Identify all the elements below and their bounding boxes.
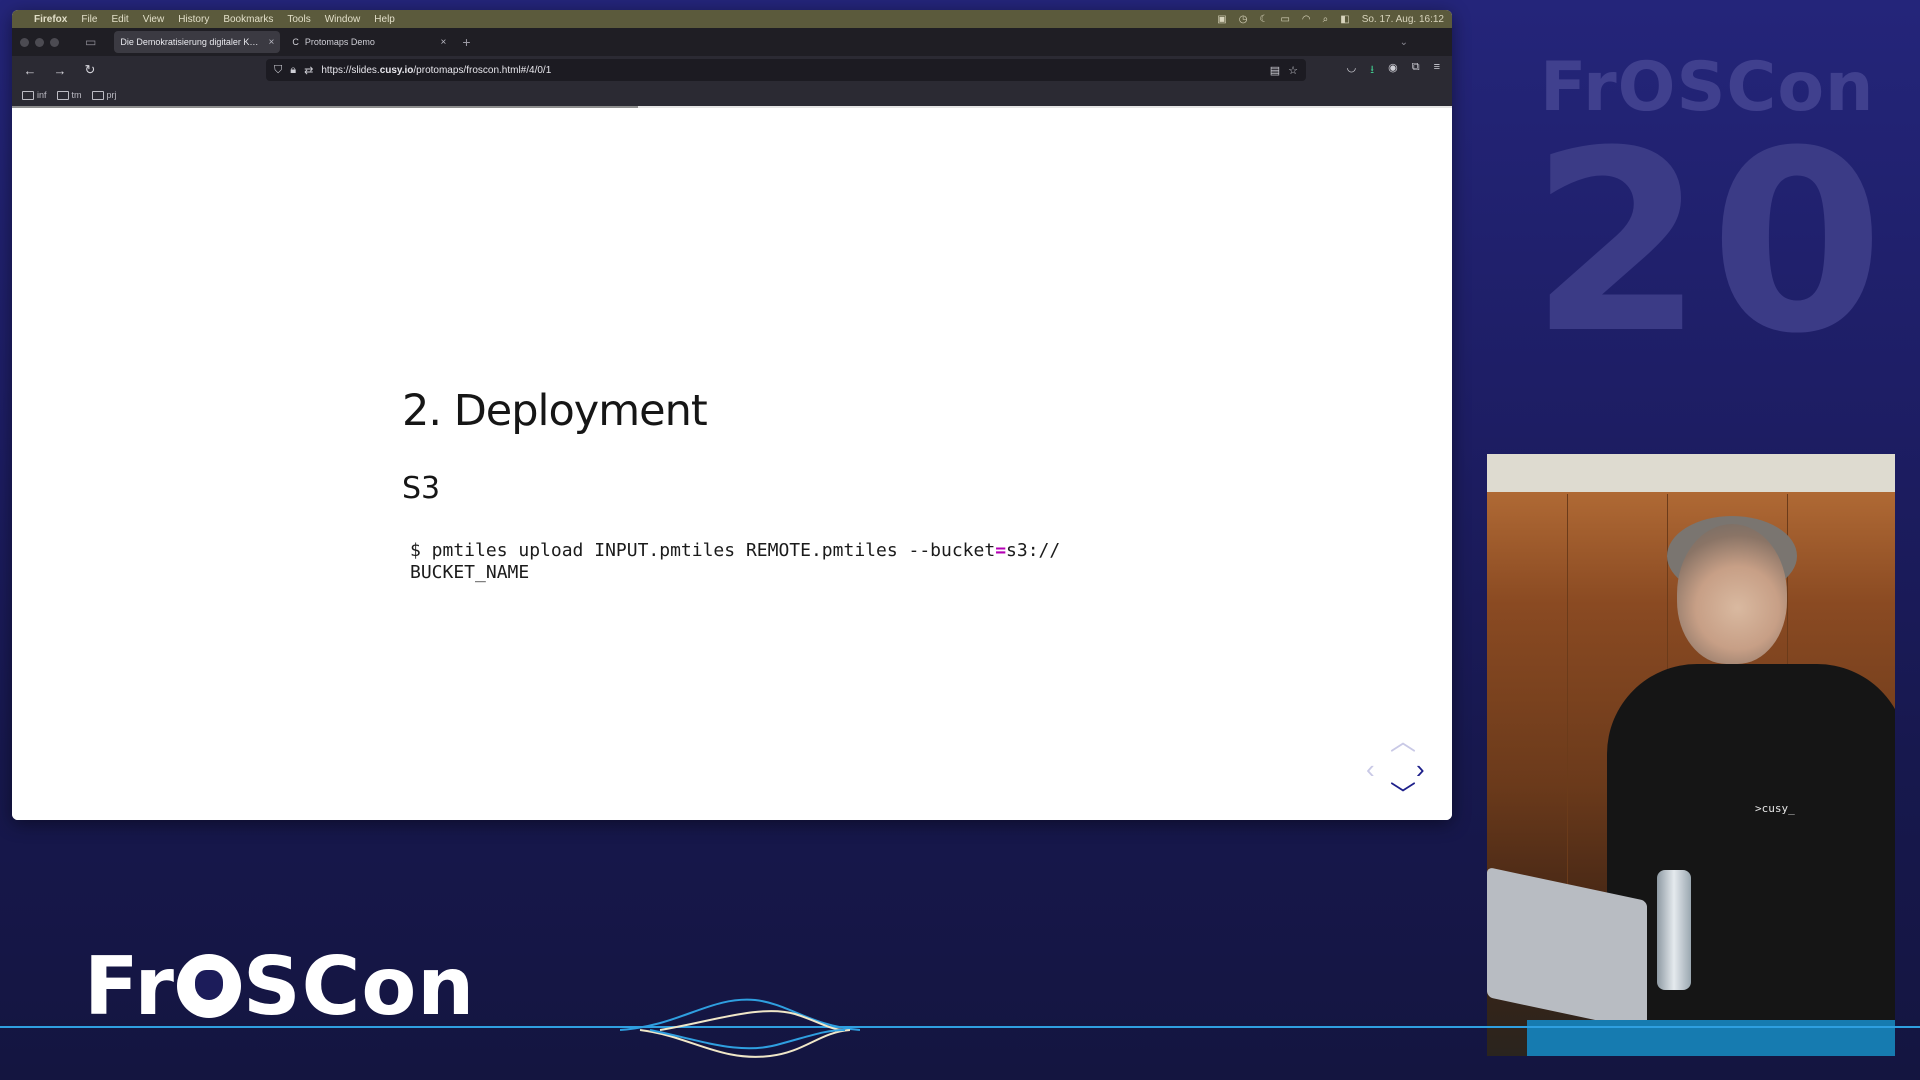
tab-overview-icon[interactable]: ▭ [85,35,96,49]
menu-history[interactable]: History [178,14,209,25]
bookmark-folder-inf[interactable]: inf [22,90,47,100]
moon-icon[interactable]: ☾ [1259,14,1268,25]
permissions-icon[interactable]: ⇄ [304,64,313,77]
lock-icon[interactable]: 🔒︎ [290,64,296,77]
slide-content: 2. Deployment S3 $ pmtiles upload INPUT.… [12,116,1452,820]
address-bar[interactable]: ⛉ 🔒︎ ⇄ https://slides.cusy.io/protomaps/… [266,59,1306,81]
close-tab-icon[interactable]: × [269,37,275,48]
folder-icon [22,90,34,100]
back-button[interactable]: ← [22,63,38,78]
time-machine-icon[interactable]: ◷ [1239,14,1248,25]
toolbar-right: ◡ ⭳ ◉ ⧉ ≡ [1347,61,1440,80]
bookmarks-toolbar: inf tm prj [12,84,1452,106]
account-icon[interactable]: ◉ [1388,61,1398,80]
slide-right-arrow-icon[interactable]: › [1416,756,1425,782]
menu-view[interactable]: View [143,14,165,25]
folder-icon [91,90,104,100]
water-bottle [1657,870,1691,990]
window-controls [20,37,59,47]
menu-bookmarks[interactable]: Bookmarks [223,14,273,25]
control-center-icon[interactable]: ◧ [1340,14,1349,25]
wave-decoration [620,998,860,1058]
tab-favicon-icon: C [292,37,299,47]
bookmark-folder-prj[interactable]: prj [91,90,117,100]
tab-title: Protomaps Demo [304,37,375,47]
menu-hamburger-icon[interactable]: ≡ [1434,61,1440,80]
screen-icon[interactable]: ▣ [1217,14,1226,25]
wifi-icon[interactable]: ◠ [1302,14,1311,25]
bookmark-star-icon[interactable]: ☆ [1288,64,1298,77]
speaker-figure [1607,516,1895,1056]
zoom-window-button[interactable] [50,37,59,47]
reader-view-icon[interactable]: ▤ [1270,64,1280,77]
menu-app-name[interactable]: Firefox [34,14,67,25]
forward-button[interactable]: → [52,63,68,78]
slide-down-arrow-icon[interactable]: ﹀ [1390,782,1416,808]
extensions-icon[interactable]: ⧉ [1412,61,1420,80]
tracking-protection-shield-icon[interactable]: ⛉ [274,64,282,77]
reload-button[interactable]: ↻ [82,62,98,78]
slide-up-arrow-icon[interactable]: ︿ [1390,728,1416,754]
tab-title: Die Demokratisierung digitaler Karte [120,37,263,47]
shirt-print: >cusy_ [1755,802,1795,815]
pocket-icon[interactable]: ◡ [1347,61,1357,80]
tab-protomaps-demo[interactable]: C Protomaps Demo × [286,31,452,53]
slide-left-arrow-icon[interactable]: ‹ [1366,756,1375,782]
close-tab-icon[interactable]: × [441,37,447,48]
folder-icon [56,90,69,100]
browser-window: Firefox File Edit View History Bookmarks… [12,10,1452,820]
tab-bar: ▭ Die Demokratisierung digitaler Karte ×… [12,28,1452,56]
menu-file[interactable]: File [81,14,97,25]
menu-window[interactable]: Window [325,14,361,25]
battery-icon[interactable]: ▭ [1280,14,1289,25]
slide-title: 2. Deployment [402,386,708,436]
froscon-logo: Fr SCon [84,940,476,1033]
code-block: $ pmtiles upload INPUT.pmtiles REMOTE.pm… [410,540,1061,583]
new-tab-button[interactable]: + [462,34,470,50]
status-area: ▣ ◷ ☾ ▭ ◠ ⌕ ◧ So. 17. Aug. 16:12 [1217,14,1444,25]
menu-help[interactable]: Help [374,14,395,25]
tab-slides[interactable]: Die Demokratisierung digitaler Karte × [114,31,281,53]
menu-edit[interactable]: Edit [111,14,128,25]
list-all-tabs-icon[interactable]: ⌄ [1400,37,1408,48]
frog-icon [176,954,241,1018]
menubar-clock[interactable]: So. 17. Aug. 16:12 [1362,14,1444,25]
url-text[interactable]: https://slides.cusy.io/protomaps/froscon… [321,65,1261,76]
downloads-icon[interactable]: ⭳ [1370,61,1374,80]
slide-progress-bar [12,106,1452,108]
anniversary-number: 20 [1530,97,1890,388]
spotlight-icon[interactable]: ⌕ [1323,14,1329,25]
navigation-toolbar: ← → ↻ ⛉ 🔒︎ ⇄ https://slides.cusy.io/prot… [12,56,1452,84]
menu-tools[interactable]: Tools [287,14,310,25]
close-window-button[interactable] [20,37,29,47]
bookmark-folder-tm[interactable]: tm [56,90,82,100]
macos-menubar: Firefox File Edit View History Bookmarks… [12,10,1452,28]
slide-navigation-controls: ︿ ‹ › ﹀ [1366,728,1442,808]
slide-subtitle: S3 [402,471,441,506]
minimize-window-button[interactable] [35,37,44,47]
speaker-video: >cusy_ [1487,454,1895,1056]
